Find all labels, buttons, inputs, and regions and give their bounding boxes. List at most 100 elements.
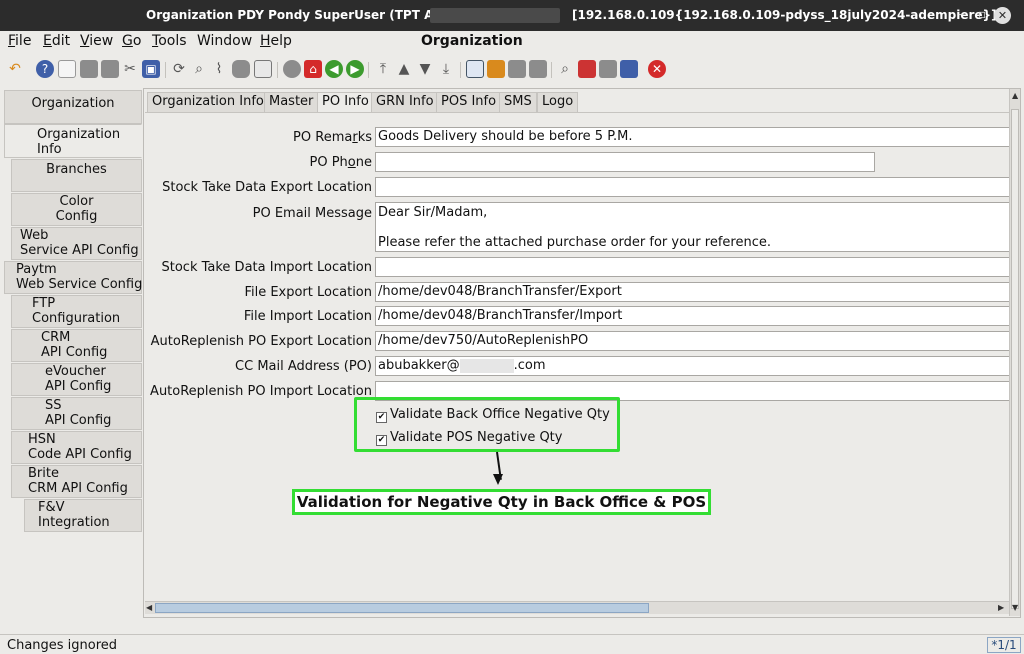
tab-sms[interactable]: SMS (499, 92, 537, 112)
menu-tools[interactable]: Tools (152, 33, 187, 49)
close-window-icon[interactable]: ✕ (648, 60, 666, 78)
side-tab-ftp-configuration[interactable]: FTP Configuration (11, 295, 142, 328)
refresh-icon[interactable]: ⟳ (170, 60, 188, 78)
scroll-right-icon[interactable]: ▶ (998, 603, 1004, 612)
menu-window[interactable]: Window (197, 33, 252, 49)
menu-file[interactable]: File (8, 33, 31, 49)
menu-view[interactable]: View (80, 33, 113, 49)
toolbar-separator (460, 62, 461, 78)
history-icon[interactable] (283, 60, 301, 78)
side-tab-organization-info[interactable]: Organization Info (4, 124, 142, 158)
cc-mail-address-field[interactable]: abubakker@ .com (375, 356, 1010, 376)
side-tab-color-config[interactable]: Color Config (11, 193, 142, 226)
side-tab-label: Service API Config (20, 243, 139, 258)
tab-pos-info[interactable]: POS Info (436, 92, 502, 112)
minimize-icon[interactable]: – (958, 7, 964, 21)
status-message: Changes ignored (7, 638, 118, 653)
help-icon[interactable]: ? (36, 60, 54, 78)
stock-take-import-field[interactable] (375, 257, 1010, 277)
tab-po-info[interactable]: PO Info (317, 92, 374, 113)
product-info-icon[interactable] (620, 60, 638, 78)
record-indicator[interactable]: *1/1 (987, 637, 1021, 653)
file-import-location-field[interactable]: /home/dev048/BranchTransfer/Import (375, 306, 1010, 326)
tab-master[interactable]: Master (264, 92, 319, 112)
side-tab-label: Integration (38, 515, 110, 530)
side-tab-ss-api-config[interactable]: SS API Config (11, 397, 142, 430)
undo-icon[interactable]: ↶ (6, 60, 24, 78)
vertical-scrollbar[interactable]: ▲ ▼ (1009, 89, 1020, 616)
vertical-scroll-thumb[interactable] (1011, 109, 1019, 609)
chat-icon[interactable] (232, 60, 250, 78)
side-tab-branches[interactable]: Branches (11, 159, 142, 192)
side-tab-brite-crm-api-config[interactable]: Brite CRM API Config (11, 465, 142, 498)
active-workflows-icon[interactable] (578, 60, 596, 78)
print-icon[interactable] (529, 60, 547, 78)
maximize-icon[interactable]: ▫ (978, 7, 986, 21)
autoreplenish-export-label: AutoReplenish PO Export Location (150, 334, 372, 349)
archive-icon[interactable] (487, 60, 505, 78)
menu-edit[interactable]: Edit (43, 33, 70, 49)
scroll-left-icon[interactable]: ◀ (146, 603, 152, 612)
scroll-down-icon[interactable]: ▼ (1012, 603, 1018, 612)
grid-toggle-icon[interactable] (254, 60, 272, 78)
tab-organization-info[interactable]: Organization Info (147, 92, 269, 112)
file-import-location-label: File Import Location (243, 309, 372, 324)
home-icon[interactable]: ⌂ (304, 60, 322, 78)
side-tab-hsn-code-api-config[interactable]: HSN Code API Config (11, 431, 142, 464)
next-record-icon[interactable]: ▼ (416, 60, 434, 78)
attachment-icon[interactable]: ⌇ (210, 60, 228, 78)
side-tab-label: Organization (31, 96, 115, 111)
close-icon[interactable]: ✕ (994, 7, 1011, 24)
zoom-across-icon[interactable]: ⌕ (556, 60, 574, 78)
cc-mail-prefix: abubakker@ (378, 358, 460, 373)
first-record-icon[interactable]: ⤒ (374, 60, 392, 78)
delete-icon[interactable] (101, 60, 119, 78)
tab-grn-info[interactable]: GRN Info (371, 92, 439, 112)
side-tab-organization[interactable]: Organization (4, 90, 142, 124)
side-tab-label: SS (45, 398, 62, 413)
tab-logo[interactable]: Logo (537, 92, 579, 112)
previous-record-icon[interactable]: ▲ (395, 60, 413, 78)
save-icon[interactable]: ▣ (142, 60, 160, 78)
side-tab-evoucher-api-config[interactable]: eVoucher API Config (11, 363, 142, 396)
side-tab-label: Config (55, 209, 98, 224)
po-email-message-label: PO Email Message (252, 206, 372, 221)
side-tab-label: Branches (46, 162, 107, 177)
menu-go[interactable]: Go (122, 33, 141, 49)
scroll-up-icon[interactable]: ▲ (1012, 91, 1018, 100)
cc-mail-address-label: CC Mail Address (PO) (235, 359, 372, 374)
new-icon[interactable] (58, 60, 76, 78)
print-preview-icon[interactable] (508, 60, 526, 78)
find-icon[interactable]: ⌕ (190, 60, 208, 78)
po-email-message-field[interactable]: Dear Sir/Madam, Please refer the attache… (375, 202, 1010, 252)
autoreplenish-export-field[interactable]: /home/dev750/AutoReplenishPO (375, 331, 1010, 351)
delete-selection-icon[interactable]: ✂ (121, 60, 139, 78)
last-record-icon[interactable]: ⤓ (437, 60, 455, 78)
report-icon[interactable] (466, 60, 484, 78)
back-icon[interactable]: ◀ (325, 60, 343, 78)
stock-take-export-field[interactable] (375, 177, 1010, 197)
side-tab-label: API Config (45, 413, 112, 428)
po-remarks-label: PO Remarks (293, 130, 372, 145)
po-remarks-field[interactable]: Goods Delivery should be before 5 P.M. (375, 127, 1010, 147)
forward-icon[interactable]: ▶ (346, 60, 364, 78)
menu-help[interactable]: Help (260, 33, 292, 49)
side-tab-label: F&V (38, 500, 65, 515)
horizontal-scrollbar[interactable]: ◀ ▶ (145, 601, 1009, 614)
side-tab-label: Color (59, 194, 94, 209)
horizontal-scroll-thumb[interactable] (155, 603, 649, 613)
stock-take-export-label: Stock Take Data Export Location (162, 180, 372, 195)
side-tab-paytm-web-service-config[interactable]: Paytm Web Service Config (4, 261, 142, 294)
side-tab-label: API Config (41, 345, 108, 360)
file-export-location-field[interactable]: /home/dev048/BranchTransfer/Export (375, 282, 1010, 302)
toolbar-separator (165, 62, 166, 78)
side-tab-label: Brite (28, 466, 59, 481)
side-tab-label: HSN (28, 432, 56, 447)
side-tab-web-service-api-config[interactable]: Web Service API Config (11, 227, 142, 260)
annotation-callout: Validation for Negative Qty in Back Offi… (292, 489, 711, 515)
side-tab-crm-api-config[interactable]: CRM API Config (11, 329, 142, 362)
side-tab-fv-integration[interactable]: F&V Integration (24, 499, 142, 532)
copy-icon[interactable] (80, 60, 98, 78)
requests-icon[interactable] (599, 60, 617, 78)
po-phone-field[interactable] (375, 152, 875, 172)
